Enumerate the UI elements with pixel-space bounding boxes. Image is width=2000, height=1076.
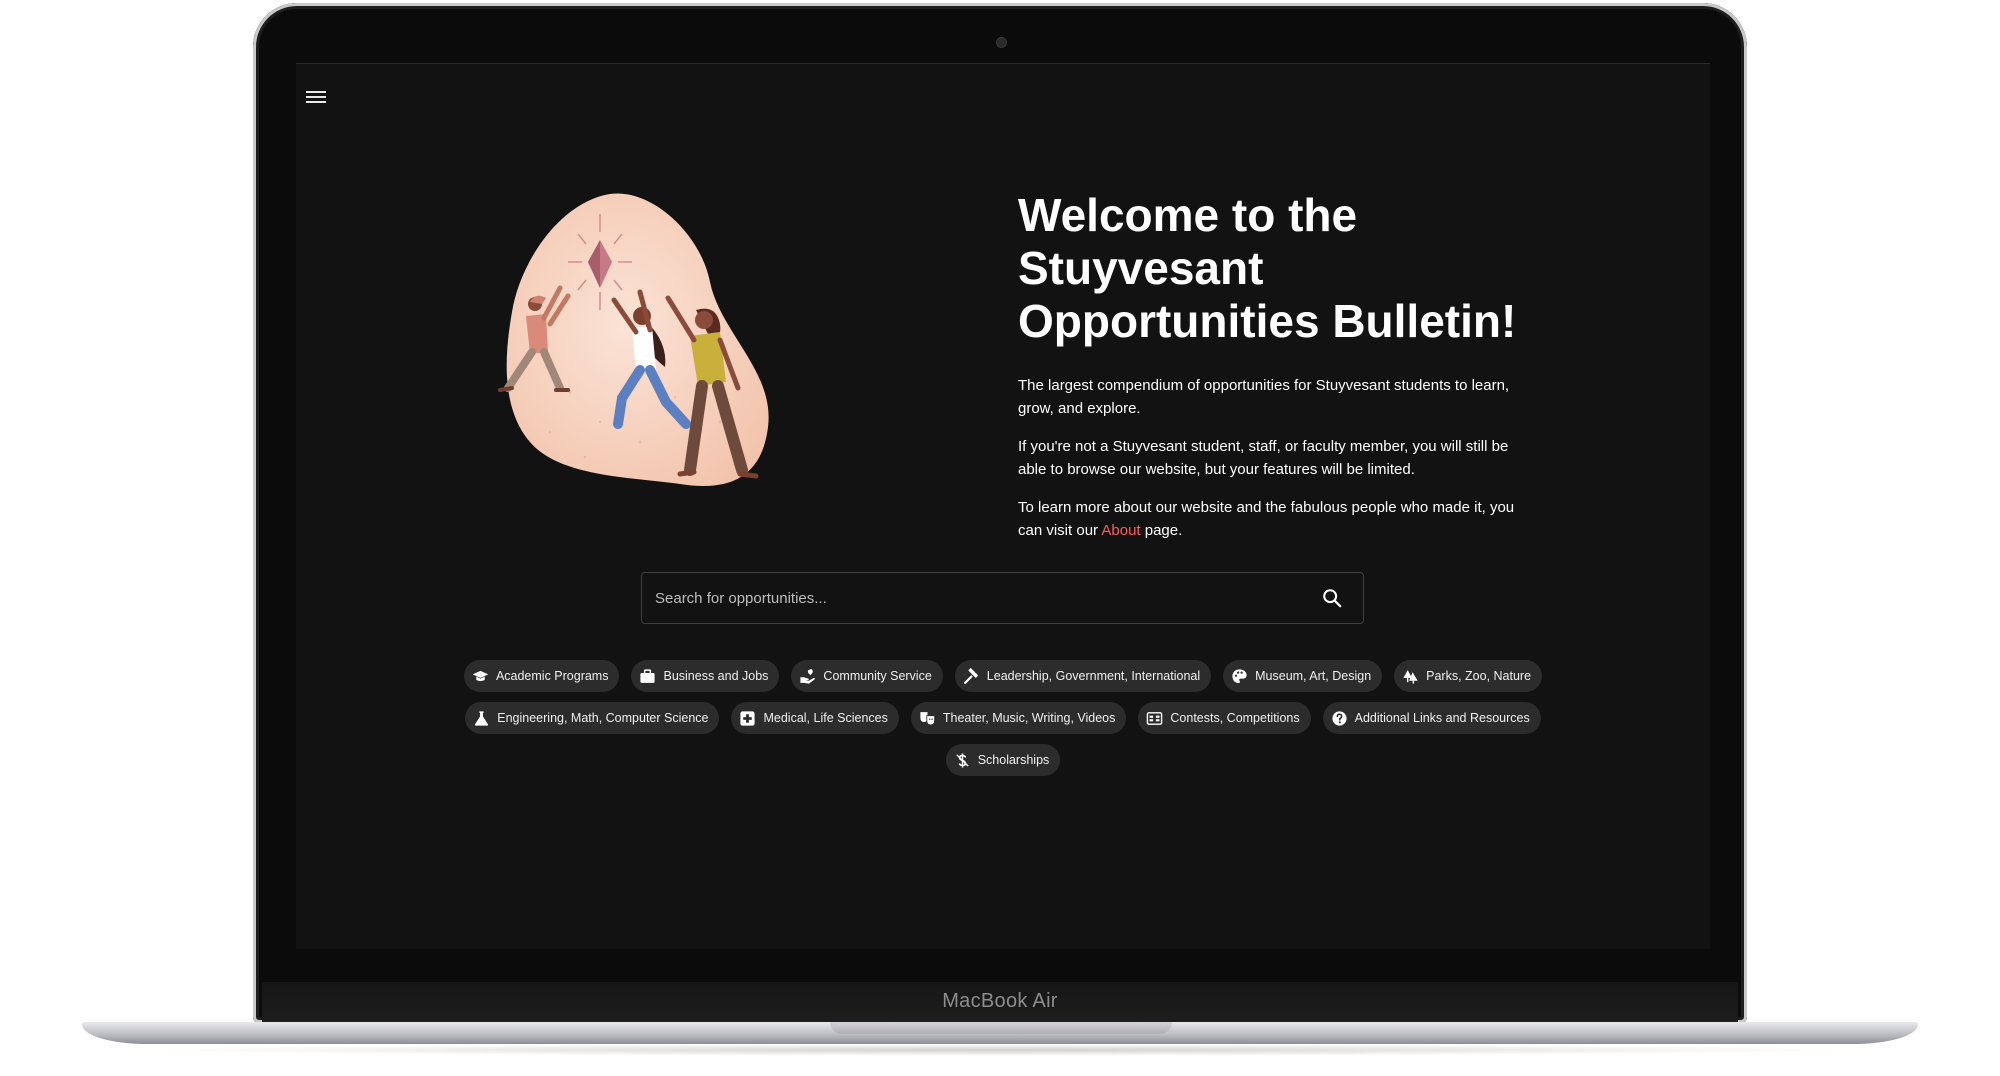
chip-academic-programs[interactable]: Academic Programs — [463, 660, 620, 692]
about-text-after: page. — [1140, 522, 1183, 539]
gavel-icon — [963, 667, 980, 685]
title-line-2: Stuyvesant — [1018, 242, 1264, 294]
chip-scholarships[interactable]: Scholarships — [945, 744, 1061, 776]
chip-business-and-jobs[interactable]: Business and Jobs — [631, 660, 780, 692]
chip-label: Theater, Music, Writing, Videos — [942, 711, 1116, 725]
about-paragraph: To learn more about our website and the … — [1018, 496, 1538, 542]
chip-label: Leadership, Government, International — [986, 669, 1201, 683]
chip-leadership-government-international[interactable]: Leadership, Government, International — [954, 660, 1212, 692]
chip-label: Medical, Life Sciences — [763, 711, 888, 725]
chip-label: Business and Jobs — [663, 669, 769, 683]
camera-icon — [997, 38, 1006, 47]
chip-museum-art-design[interactable]: Museum, Art, Design — [1223, 660, 1383, 692]
chip-engineering-math-computer-science[interactable]: Engineering, Math, Computer Science — [465, 702, 720, 734]
title-line-1: Welcome to the — [1018, 189, 1358, 241]
intro-paragraph: The largest compendium of opportunities … — [1018, 377, 1510, 417]
about-link[interactable]: About — [1101, 522, 1140, 539]
chip-label: Additional Links and Resources — [1354, 711, 1530, 725]
chip-parks-zoo-nature[interactable]: Parks, Zoo, Nature — [1394, 660, 1543, 692]
chip-contests-competitions[interactable]: Contests, Competitions — [1138, 702, 1311, 734]
flask-icon — [473, 710, 490, 727]
theater-masks-icon — [919, 710, 936, 727]
chip-label: Scholarships — [977, 753, 1050, 767]
palette-icon — [1231, 668, 1248, 685]
hero-section: Welcome to the Stuyvesant Opportunities … — [1018, 189, 1538, 542]
trees-icon — [1402, 668, 1419, 685]
chip-theater-music-writing-videos[interactable]: Theater, Music, Writing, Videos — [910, 702, 1127, 734]
scoreboard-icon — [1146, 710, 1163, 727]
medical-cross-icon — [739, 710, 756, 727]
chip-label: Museum, Art, Design — [1255, 669, 1372, 683]
chip-label: Parks, Zoo, Nature — [1426, 669, 1532, 683]
search-icon[interactable] — [1321, 587, 1343, 609]
access-note-paragraph: If you're not a Stuyvesant student, staf… — [1018, 438, 1509, 478]
chip-community-service[interactable]: Community Service — [791, 660, 943, 692]
laptop-notch — [830, 1022, 1172, 1034]
menu-icon[interactable] — [305, 88, 327, 106]
chip-label: Community Service — [823, 669, 932, 683]
category-chips: Academic Programs Business and Jobs Comm… — [296, 660, 1710, 786]
title-line-3: Opportunities Bulletin! — [1018, 295, 1517, 347]
about-text-before: To learn more about our website and the … — [1018, 499, 1515, 539]
browser-screen: Welcome to the Stuyvesant Opportunities … — [296, 63, 1710, 949]
chip-label: Academic Programs — [495, 669, 609, 683]
chip-medical-life-sciences[interactable]: Medical, Life Sciences — [731, 702, 899, 734]
chip-label: Engineering, Math, Computer Science — [497, 711, 709, 725]
laptop-shadow — [140, 1044, 1860, 1056]
search-bar — [641, 572, 1364, 624]
question-circle-icon — [1331, 710, 1348, 727]
page-title: Welcome to the Stuyvesant Opportunities … — [1018, 189, 1538, 348]
dollar-slash-icon — [954, 752, 971, 769]
chip-label: Contests, Competitions — [1170, 711, 1300, 725]
briefcase-icon — [639, 668, 656, 685]
hand-heart-icon — [799, 668, 816, 685]
graduation-cap-icon — [472, 668, 489, 685]
device-brand-label: MacBook Air — [942, 990, 1058, 1012]
chip-additional-links-and-resources[interactable]: Additional Links and Resources — [1322, 702, 1541, 734]
search-input[interactable] — [642, 573, 1292, 623]
hero-illustration — [498, 193, 769, 487]
